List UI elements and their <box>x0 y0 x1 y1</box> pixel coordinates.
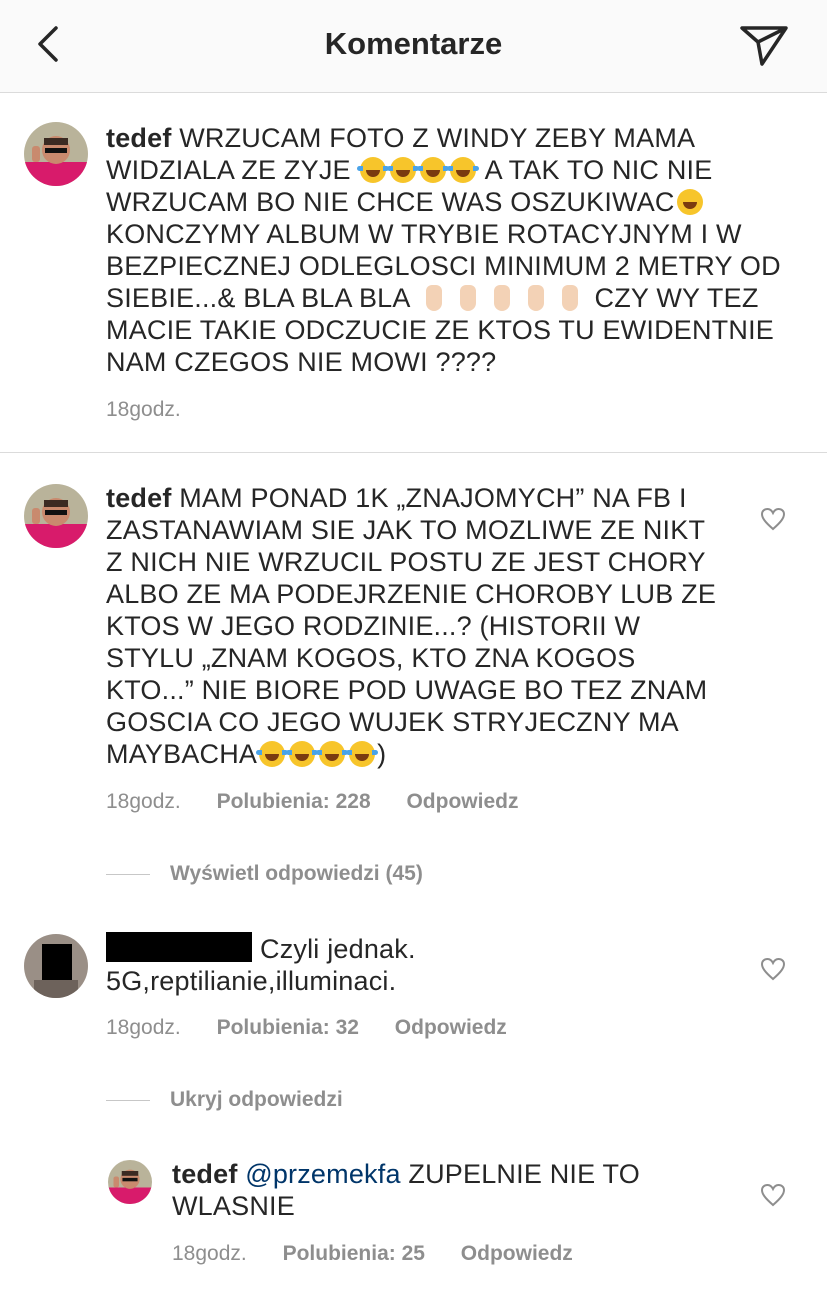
comment-text: Czyli jednak. 5G,reptilianie,illuminaci. <box>106 932 416 996</box>
comment-meta: 18godz. Polubienia: 25 Odpowiedz <box>172 1242 603 1266</box>
username[interactable]: tedef <box>106 483 172 513</box>
face-with-tears-of-joy-emoji <box>346 741 379 767</box>
reply-button[interactable]: Odpowiedz <box>406 790 518 813</box>
reply-button[interactable]: Odpowiedz <box>461 1242 573 1265</box>
timestamp: 18godz. <box>106 790 181 813</box>
avatar[interactable] <box>108 1160 152 1204</box>
view-replies-button[interactable]: Wyświetl odpowiedzi (45) <box>106 862 423 886</box>
middle-finger-emoji <box>561 285 578 311</box>
face-with-tears-of-joy-emoji <box>316 741 349 767</box>
middle-finger-emoji <box>459 285 476 311</box>
heart-outline-icon[interactable] <box>760 507 786 531</box>
comment-text: tedef MAM PONAD 1K „ZNAJOMYCH” NA FB I Z… <box>106 483 717 769</box>
middle-finger-emoji <box>425 285 442 311</box>
timestamp: 18godz. <box>106 1016 181 1039</box>
face-with-tears-of-joy-emoji <box>387 157 420 183</box>
divider <box>106 873 150 875</box>
comment-meta: 18godz. Polubienia: 32 Odpowiedz <box>106 1016 537 1040</box>
mention-link[interactable]: @przemekfa <box>245 1159 400 1189</box>
timestamp: 18godz. <box>106 398 181 421</box>
comment-meta: 18godz. Polubienia: 228 Odpowiedz <box>106 790 548 814</box>
face-with-tears-of-joy-emoji <box>286 741 319 767</box>
comment-text: tedef @przemekfa ZUPELNIE NIE TO WLASNIE <box>172 1159 640 1221</box>
timestamp: 18godz. <box>172 1242 247 1265</box>
likes-count[interactable]: Polubienia: 25 <box>283 1242 425 1265</box>
face-with-tears-of-joy-emoji <box>447 157 480 183</box>
heart-outline-icon[interactable] <box>760 1183 786 1207</box>
hide-replies-button[interactable]: Ukryj odpowiedzi <box>106 1088 343 1112</box>
header-bar: Komentarze <box>0 0 827 93</box>
heart-outline-icon[interactable] <box>760 957 786 981</box>
avatar-image <box>24 484 88 548</box>
comment-meta: 18godz. <box>106 398 211 422</box>
page-title: Komentarze <box>324 26 503 61</box>
face-with-tears-of-joy-emoji <box>417 157 450 183</box>
avatar[interactable] <box>24 934 88 998</box>
face-with-tears-of-joy-emoji <box>256 741 289 767</box>
username[interactable]: tedef <box>172 1159 238 1189</box>
face-with-tears-of-joy-emoji <box>357 157 390 183</box>
avatar-image <box>24 122 88 186</box>
divider <box>106 1099 150 1101</box>
divider <box>0 452 827 453</box>
avatar-image <box>24 934 88 998</box>
avatar-image <box>108 1160 152 1204</box>
reply-button[interactable]: Odpowiedz <box>395 1016 507 1039</box>
likes-count[interactable]: Polubienia: 32 <box>217 1016 359 1039</box>
zany-face-emoji <box>676 189 703 215</box>
middle-finger-emoji <box>493 285 510 311</box>
avatar[interactable] <box>24 122 88 186</box>
avatar[interactable] <box>24 484 88 548</box>
likes-count[interactable]: Polubienia: 228 <box>217 790 371 813</box>
redacted-username <box>106 932 252 962</box>
paper-plane-icon[interactable] <box>738 22 790 68</box>
middle-finger-emoji <box>527 285 544 311</box>
comment-text: tedef WRZUCAM FOTO Z WINDY ZEBY MAMA WID… <box>106 123 781 377</box>
username[interactable]: tedef <box>106 123 172 153</box>
